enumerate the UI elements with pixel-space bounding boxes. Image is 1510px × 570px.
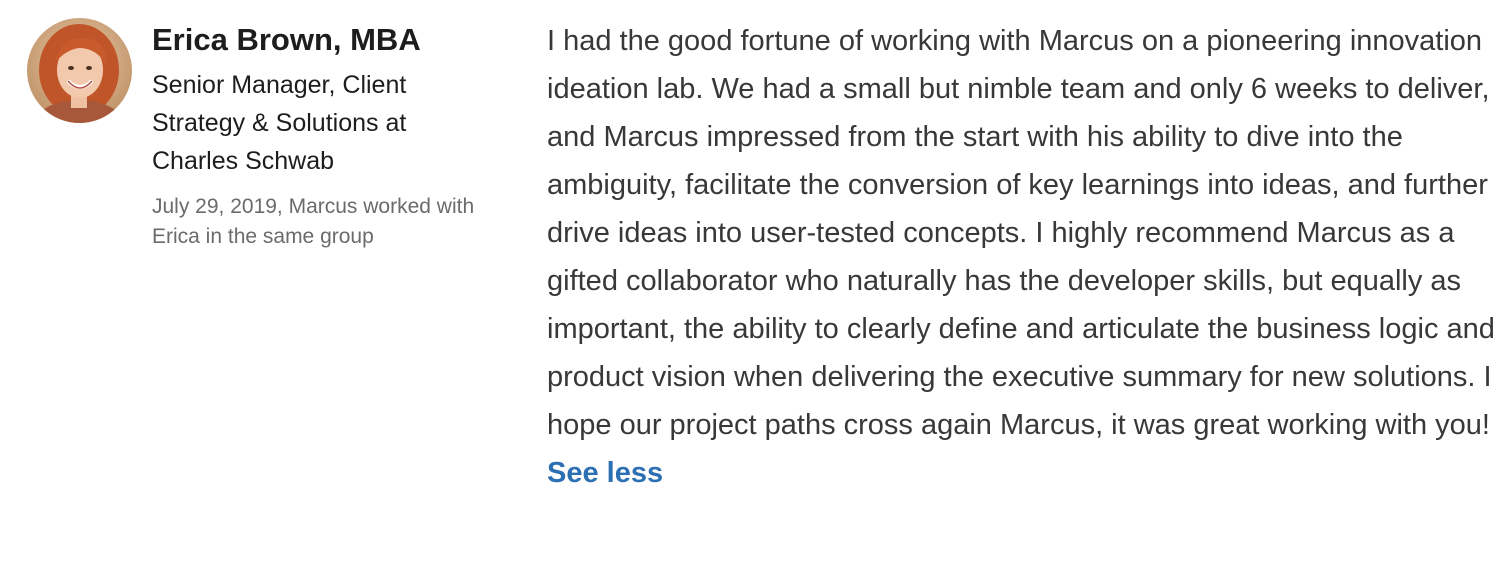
- recommendation-body: I had the good fortune of working with M…: [547, 25, 1495, 441]
- recommendation-card: Erica Brown, MBA Senior Manager, Client …: [0, 0, 1510, 570]
- recommender-info: Erica Brown, MBA Senior Manager, Client …: [152, 20, 512, 252]
- recommender-headline: Senior Manager, Client Strategy & Soluti…: [152, 71, 407, 175]
- avatar[interactable]: [27, 18, 132, 123]
- recommender-name[interactable]: Erica Brown, MBA: [152, 20, 512, 60]
- profile-photo: [27, 18, 132, 123]
- recommendation-meta: July 29, 2019, Marcus worked with Erica …: [152, 195, 475, 248]
- see-less-link[interactable]: See less: [547, 457, 663, 489]
- recommendation-text: I had the good fortune of working with M…: [547, 17, 1497, 497]
